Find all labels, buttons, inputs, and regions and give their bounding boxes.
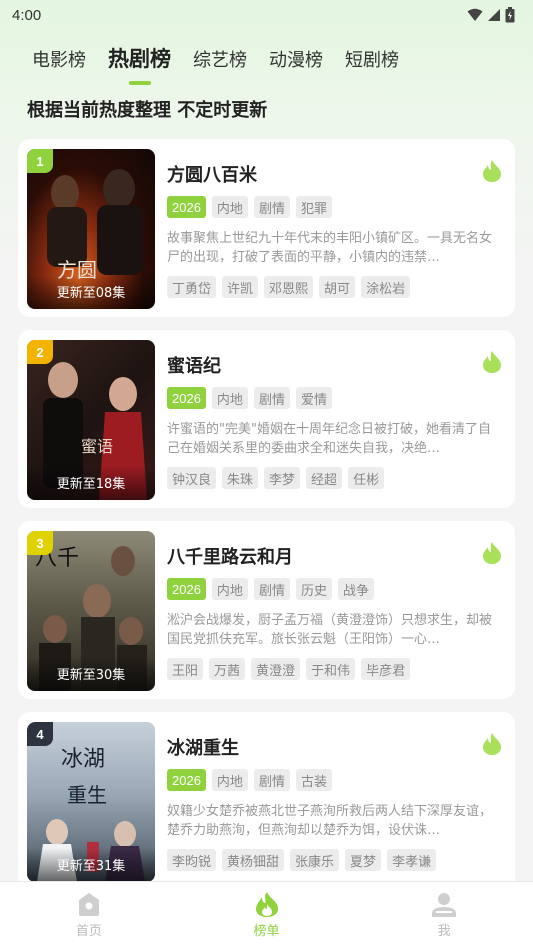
battery-icon: [505, 7, 515, 23]
rank-badge: 1: [27, 149, 53, 173]
show-title[interactable]: 冰湖重生: [167, 734, 239, 760]
genre-tag: 历史: [295, 578, 332, 600]
show-description: 淞沪会战爆发，厨子孟万福（黄澄澄饰）只想求生，却被国民党抓伕充军。旅长张云魁（王…: [167, 613, 493, 647]
cast-tag[interactable]: 钟汉良: [167, 467, 217, 489]
genre-tags: 2026 内地 剧情 古装: [167, 769, 332, 791]
category-tabs: 电影榜 热剧榜 综艺榜 动漫榜 短剧榜: [0, 38, 533, 86]
episode-update: 更新至08集: [27, 275, 155, 309]
genre-tag: 剧情: [253, 769, 290, 791]
svg-text:冰湖: 冰湖: [61, 747, 105, 772]
nav-ranking-label: 榜单: [253, 924, 280, 939]
svg-text:蜜语: 蜜语: [81, 437, 113, 456]
year-tag: 2026: [167, 196, 206, 218]
cast-tag[interactable]: 王阳: [167, 658, 204, 680]
ranking-subtitle: 根据当前热度整理 不定时更新: [27, 100, 268, 121]
rank-badge: 3: [27, 531, 53, 555]
genre-tag: 内地: [211, 578, 248, 600]
nav-ranking[interactable]: 榜单: [178, 882, 356, 948]
status-icons: [467, 7, 515, 23]
genre-tag: 剧情: [253, 196, 290, 218]
cast-tag[interactable]: 邓恩熙: [264, 276, 314, 298]
user-icon: [432, 893, 457, 917]
episode-update: 更新至30集: [27, 657, 155, 691]
show-description: 许蜜语的"完美"婚姻在十周年纪念日被打破，她看清了自己在婚姻关系里的委曲求全和迷…: [167, 422, 491, 456]
cast-tag[interactable]: 万茜: [209, 658, 246, 680]
episode-update: 更新至18集: [27, 466, 155, 500]
genre-tag: 内地: [211, 196, 248, 218]
cast-tags: 李昀锐 黄杨钿甜 张康乐 夏梦 李孝谦: [167, 849, 437, 871]
cast-tag[interactable]: 张康乐: [290, 849, 340, 871]
cast-tag[interactable]: 涂松岩: [361, 276, 411, 298]
cast-tag[interactable]: 黄杨钿甜: [222, 849, 285, 871]
rank-badge: 2: [27, 340, 53, 364]
cast-tag[interactable]: 李昀锐: [167, 849, 217, 871]
show-description: 故事聚焦上世纪九十年代末的丰阳小镇矿区。一具无名女尸的出现，打破了表面的平静，小…: [167, 231, 493, 265]
ranking-card[interactable]: 八千 3 更新至30集 八千里路云和月 2026 内地 剧情 历史 战争 淞沪会…: [18, 521, 515, 699]
cast-tag[interactable]: 朱珠: [222, 467, 259, 489]
cast-tag[interactable]: 胡可: [319, 276, 356, 298]
genre-tag: 内地: [211, 387, 248, 409]
genre-tags: 2026 内地 剧情 爱情: [167, 387, 332, 409]
tab-variety[interactable]: 综艺榜: [193, 38, 247, 72]
ranking-card[interactable]: 方圆 1 更新至08集 方圆八百米 2026 内地 剧情 犯罪 故事聚焦上世纪九…: [18, 139, 515, 317]
year-tag: 2026: [167, 578, 206, 600]
cast-tag[interactable]: 李梦: [264, 467, 301, 489]
cast-tag[interactable]: 任彬: [348, 467, 385, 489]
episode-update: 更新至31集: [27, 848, 155, 882]
cast-tags: 钟汉良 朱珠 李梦 经超 任彬: [167, 467, 385, 489]
rank-badge: 4: [27, 722, 53, 746]
flame-icon: [483, 733, 501, 755]
genre-tag: 剧情: [253, 387, 290, 409]
tab-drama[interactable]: 热剧榜: [108, 38, 171, 85]
cast-tags: 丁勇岱 许凯 邓恩熙 胡可 涂松岩: [167, 276, 411, 298]
genre-tags: 2026 内地 剧情 犯罪: [167, 196, 332, 218]
status-time: 4:00: [12, 6, 42, 24]
signal-icon: [488, 9, 500, 21]
show-title[interactable]: 蜜语纪: [167, 352, 221, 378]
cast-tag[interactable]: 黄澄澄: [251, 658, 301, 680]
status-bar: 4:00: [0, 0, 533, 30]
cast-tag[interactable]: 李孝谦: [387, 849, 437, 871]
show-title[interactable]: 八千里路云和月: [167, 543, 293, 569]
nav-me[interactable]: 我: [355, 882, 533, 948]
flame-icon: [483, 351, 501, 373]
home-icon: [78, 893, 99, 916]
genre-tag: 战争: [337, 578, 374, 600]
tab-short-drama[interactable]: 短剧榜: [345, 38, 399, 72]
cast-tag[interactable]: 于和伟: [306, 658, 356, 680]
genre-tag: 犯罪: [295, 196, 332, 218]
poster-image[interactable]: 冰湖 重生 4 更新至31集: [27, 722, 155, 882]
year-tag: 2026: [167, 387, 206, 409]
ranking-card[interactable]: 冰湖 重生 4 更新至31集 冰湖重生 2026 内地 剧情 古装 奴籍少女楚乔…: [18, 712, 515, 890]
ranking-card[interactable]: 蜜语 2 更新至18集 蜜语纪 2026 内地 剧情 爱情 许蜜语的"完美"婚姻…: [18, 330, 515, 508]
cast-tag[interactable]: 毕彦君: [361, 658, 411, 680]
poster-image[interactable]: 蜜语 2 更新至18集: [27, 340, 155, 500]
flame-icon: [483, 542, 501, 564]
genre-tag: 内地: [211, 769, 248, 791]
flame-icon: [483, 160, 501, 182]
svg-text:重生: 重生: [67, 783, 107, 807]
cast-tags: 王阳 万茜 黄澄澄 于和伟 毕彦君: [167, 658, 411, 680]
nav-home-label: 首页: [75, 924, 102, 939]
nav-me-label: 我: [437, 924, 451, 939]
cast-tag[interactable]: 夏梦: [345, 849, 382, 871]
genre-tag: 剧情: [253, 578, 290, 600]
show-title[interactable]: 方圆八百米: [167, 161, 257, 187]
genre-tags: 2026 内地 剧情 历史 战争: [167, 578, 374, 600]
cast-tag[interactable]: 丁勇岱: [167, 276, 217, 298]
poster-image[interactable]: 八千 3 更新至30集: [27, 531, 155, 691]
genre-tag: 爱情: [295, 387, 332, 409]
year-tag: 2026: [167, 769, 206, 791]
bottom-nav: 首页 榜单 我: [0, 881, 533, 948]
wifi-icon: [467, 8, 483, 21]
cast-tag[interactable]: 许凯: [222, 276, 259, 298]
flame-icon: [255, 892, 278, 917]
tab-movies[interactable]: 电影榜: [32, 38, 86, 72]
nav-home[interactable]: 首页: [0, 882, 178, 948]
genre-tag: 古装: [295, 769, 332, 791]
show-description: 奴籍少女楚乔被燕北世子燕洵所救后两人结下深厚友谊，楚乔力助燕洵，但燕洵却以楚乔为…: [167, 804, 493, 838]
poster-image[interactable]: 方圆 1 更新至08集: [27, 149, 155, 309]
cast-tag[interactable]: 经超: [306, 467, 343, 489]
tab-anime[interactable]: 动漫榜: [269, 38, 323, 72]
